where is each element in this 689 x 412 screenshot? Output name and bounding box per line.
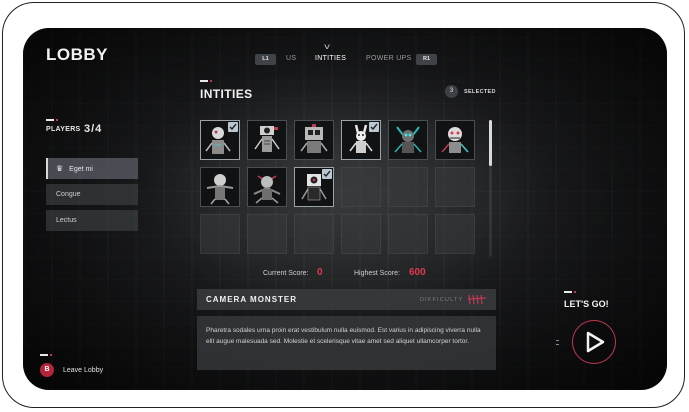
sidebar-item-congue[interactable]: Congue [46,184,138,205]
entity-slot-empty[interactable] [247,214,287,254]
entity-slot-empty[interactable] [388,214,428,254]
decor-dot [556,340,559,341]
chevron-down-icon: v [324,42,330,51]
grid-scrollbar-thumb[interactable] [489,120,492,166]
decor-dash [200,80,212,82]
tab-bar: L1 US INTITIES POWER UPS R1 [255,54,439,66]
entity-card[interactable] [247,120,287,160]
monster-2-icon [254,126,280,152]
monster-8-icon [253,175,281,204]
entity-card[interactable] [200,167,240,207]
l1-key-button[interactable]: L1 [255,54,276,65]
entity-card[interactable] [200,120,240,160]
entity-card[interactable] [247,167,287,207]
sidebar-item-eget-mi[interactable]: ♛ Eget mi [46,158,138,179]
play-button[interactable] [572,320,616,364]
entity-grid [200,120,485,257]
entity-card[interactable] [294,167,334,207]
difficulty-label: DIFFICULTY [420,297,464,303]
entity-slot-empty[interactable] [435,214,475,254]
sidebar-item-label: Congue [56,191,81,198]
check-icon [369,122,379,132]
decor-dash [40,354,52,356]
tab-us[interactable]: US [286,55,296,62]
sidebar-item-label: Eget mi [69,166,93,173]
entity-slot-empty[interactable] [341,167,381,207]
play-icon [586,331,605,353]
highest-score-value: 600 [409,267,426,278]
leave-lobby-button[interactable]: B Leave Lobby [40,363,103,377]
b-key-badge: B [40,363,54,377]
r1-key-button[interactable]: R1 [416,54,437,65]
section-title: INTITIES [200,87,253,101]
entity-card[interactable] [388,120,428,160]
entity-slot-empty[interactable] [388,167,428,207]
crown-icon: ♛ [56,164,64,173]
difficulty-icon [467,294,487,305]
game-screen: LOBBY PLAYERS 3/4 ♛ Eget mi Congue Lectus… [23,28,667,390]
current-score-label: Current Score: [263,270,309,277]
sidebar-item-lectus[interactable]: Lectus [46,210,138,231]
check-icon [228,122,238,132]
tab-intities[interactable]: INTITIES [315,55,346,62]
selected-label: SELECTED [464,89,496,95]
highest-score-label: Highest Score: [354,270,400,277]
monster-header: CAMERA MONSTER DIFFICULTY [197,289,496,310]
check-icon [322,169,332,179]
monster-description: Pharetra sodales urna proin erat vestibu… [197,316,496,370]
monster-7-icon [206,174,234,205]
sidebar-item-label: Lectus [56,217,77,224]
entity-slot-empty[interactable] [294,214,334,254]
current-score-value: 0 [317,267,323,278]
entity-card[interactable] [294,120,334,160]
entity-card[interactable] [435,120,475,160]
decor-dash [46,119,58,121]
monster-5-icon [394,126,422,153]
decor-dot [556,344,559,345]
players-count: 3/4 [84,123,103,135]
entity-slot-empty[interactable] [200,214,240,254]
tab-power-ups[interactable]: POWER UPS [366,55,411,62]
lets-go-label: LET'S GO! [564,299,609,309]
entity-card[interactable] [341,120,381,160]
selected-count-badge: 3 [445,85,458,98]
players-label: PLAYERS [46,126,81,133]
monster-3-icon [300,124,328,153]
entity-slot-empty[interactable] [435,167,475,207]
entity-slot-empty[interactable] [341,214,381,254]
decor-dash [564,291,576,293]
monster-6-icon [441,127,469,153]
leave-lobby-label: Leave Lobby [63,366,104,374]
monster-name: CAMERA MONSTER [206,295,298,304]
lobby-title: LOBBY [46,45,108,64]
